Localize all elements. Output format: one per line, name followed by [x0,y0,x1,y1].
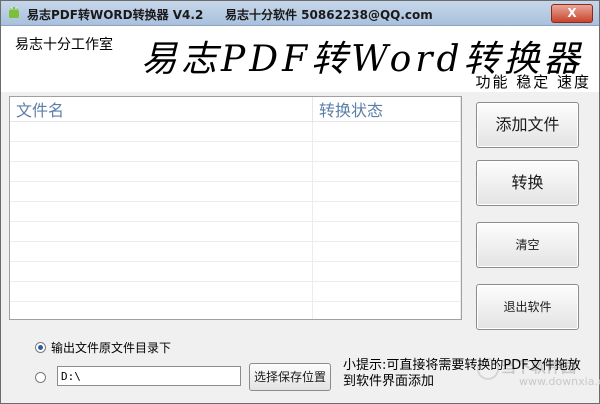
status-cell [312,141,461,162]
table-row[interactable] [10,181,461,202]
table-row[interactable] [10,201,461,222]
file-name-cell [10,281,313,302]
file-name-cell [10,221,313,242]
file-name-cell [10,201,313,222]
close-icon: X [567,6,577,20]
app-window: 易志PDF转WORD转换器 V4.2 易志十分软件 50862238@QQ.co… [0,0,600,404]
table-row[interactable] [10,241,461,262]
status-cell [312,281,461,302]
custom-path-option[interactable] [35,370,46,384]
file-name-cell [10,181,313,202]
table-row[interactable] [10,161,461,182]
table-row[interactable] [10,121,461,142]
file-list[interactable]: 文件名 转换状态 [9,96,462,320]
source-dir-label: 输出文件原文件目录下 [51,341,172,355]
status-cell [312,301,461,319]
output-source-dir-option[interactable]: 输出文件原文件目录下 [35,339,171,356]
table-row[interactable] [10,221,461,242]
android-icon [9,7,19,18]
table-row[interactable] [10,281,461,302]
table-row[interactable] [10,261,461,282]
window-title: 易志PDF转WORD转换器 V4.2 [27,8,204,22]
status-cell [312,221,461,242]
file-name-cell [10,241,313,262]
file-name-cell [10,161,313,182]
file-name-cell [10,261,313,282]
author-credit: 易志十分软件 50862238@QQ.com [225,8,433,22]
custom-path-radio[interactable] [35,372,46,383]
clear-button[interactable]: 清空 [476,222,579,268]
status-cell [312,161,461,182]
save-path-input[interactable] [57,366,241,386]
banner-slogan: 功能 稳定 速度 [475,73,591,91]
add-files-button[interactable]: 添加文件 [476,102,579,148]
choose-location-button[interactable]: 选择保存位置 [249,363,331,391]
table-row[interactable] [10,141,461,162]
file-name-cell [10,301,313,319]
close-button[interactable]: X [551,4,593,23]
title-bar: 易志PDF转WORD转换器 V4.2 易志十分软件 50862238@QQ.co… [1,1,599,26]
status-cell [312,201,461,222]
column-file-name[interactable]: 文件名 [10,97,313,122]
studio-name: 易志十分工作室 [15,37,113,53]
convert-button[interactable]: 转换 [476,160,579,206]
banner: 易志十分工作室 易志PDF转Word转换器 功能 稳定 速度 [1,26,599,92]
status-cell [312,261,461,282]
tip-text: 小提示:可直接将需要转换的PDF文件拖放到软件界面添加 [343,358,581,389]
status-cell [312,121,461,142]
status-cell [312,241,461,262]
file-name-cell [10,121,313,142]
table-row[interactable] [10,301,461,319]
file-name-cell [10,141,313,162]
file-list-header: 文件名 转换状态 [10,97,461,122]
column-status[interactable]: 转换状态 [312,97,461,122]
status-cell [312,181,461,202]
exit-button[interactable]: 退出软件 [476,284,579,330]
source-dir-radio[interactable] [35,342,46,353]
